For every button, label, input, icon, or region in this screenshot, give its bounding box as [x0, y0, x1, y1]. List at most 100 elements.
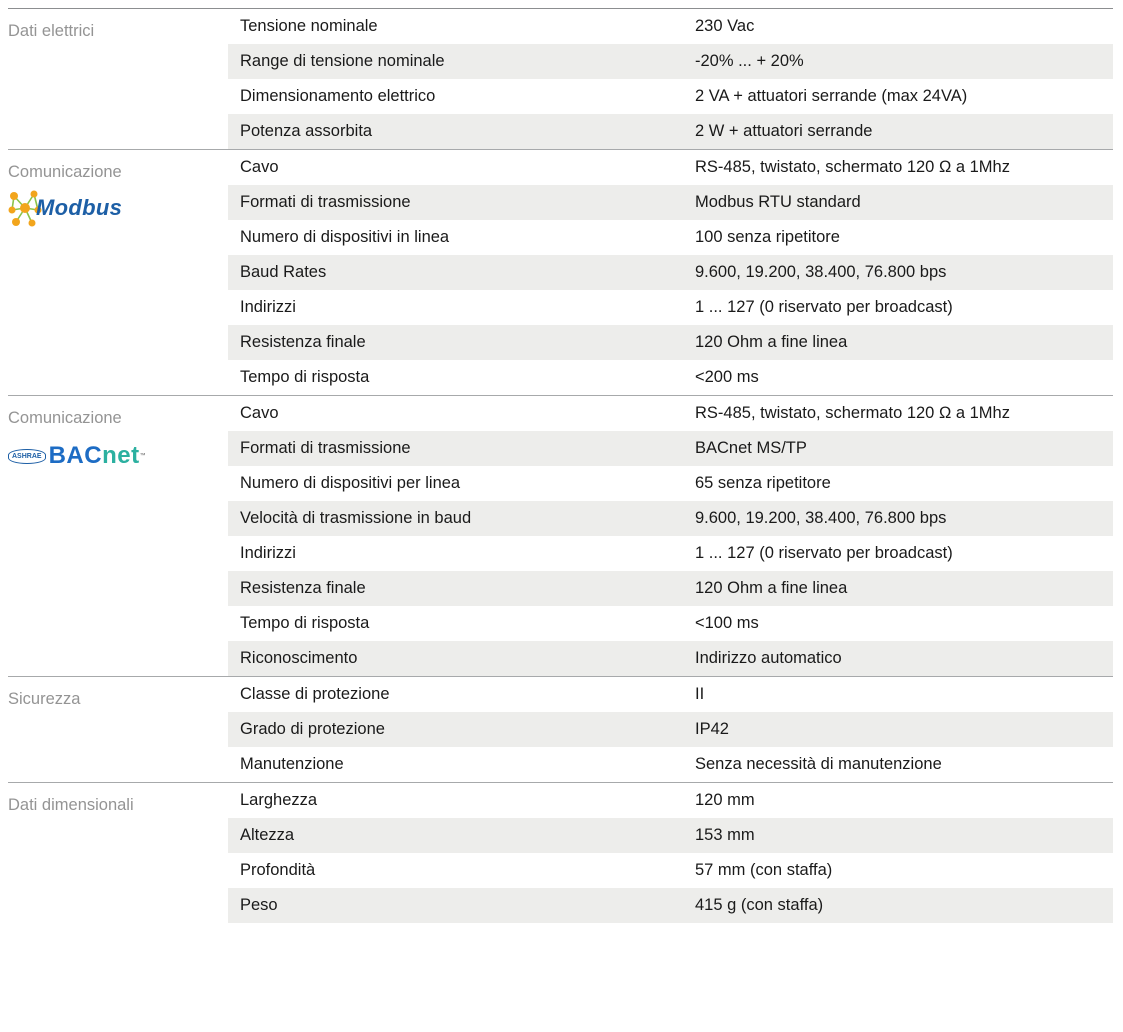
category-cell: Comunicazione ASHRAE BACnet ™ [8, 396, 228, 676]
param-value: 9.600, 19.200, 38.400, 76.800 bps [695, 509, 947, 527]
bacnet-wordmark-accent: net [102, 442, 140, 469]
param-value: 120 mm [695, 791, 755, 809]
table-row: Potenza assorbita 2 W + attuatori serran… [228, 114, 1113, 149]
section-rows: Larghezza 120 mm Altezza 153 mm Profondi… [228, 783, 1113, 923]
modbus-logo: Modbus [8, 188, 228, 228]
param-value: RS-485, twistato, schermato 120 Ω a 1Mhz [695, 158, 1010, 176]
table-row: Riconoscimento Indirizzo automatico [228, 641, 1113, 676]
bacnet-wordmark: BACnet [49, 442, 140, 470]
table-row: Classe di protezione II [228, 677, 1113, 712]
param-label: Numero di dispositivi per linea [240, 474, 461, 492]
param-value: 120 Ohm a fine linea [695, 333, 848, 351]
param-label: Tempo di risposta [240, 368, 370, 386]
param-label: Formati di trasmissione [240, 439, 411, 457]
param-label: Tensione nominale [240, 17, 378, 35]
param-value: Senza necessità di manutenzione [695, 755, 942, 773]
trademark-symbol: ™ [139, 453, 146, 459]
param-value: RS-485, twistato, schermato 120 Ω a 1Mhz [695, 404, 1010, 422]
bacnet-logo: ASHRAE BACnet ™ [8, 436, 228, 476]
param-label: Altezza [240, 826, 295, 844]
param-value: 65 senza ripetitore [695, 474, 831, 492]
param-label: Larghezza [240, 791, 318, 809]
param-label: Resistenza finale [240, 333, 366, 351]
param-label: Dimensionamento elettrico [240, 87, 436, 105]
param-label: Tempo di risposta [240, 614, 370, 632]
param-value: II [695, 685, 705, 703]
section-rows: Cavo RS-485, twistato, schermato 120 Ω a… [228, 396, 1113, 676]
param-label: Riconoscimento [240, 649, 358, 667]
param-value: 153 mm [695, 826, 755, 844]
section-dati-dimensionali: Dati dimensionali Larghezza 120 mm Altez… [8, 782, 1113, 923]
category-cell: Sicurezza [8, 677, 228, 782]
table-row: Resistenza finale 120 Ohm a fine linea [228, 325, 1113, 360]
param-value: Indirizzo automatico [695, 649, 842, 667]
category-cell: Comunicazione Modbus [8, 150, 228, 395]
param-label: Profondità [240, 861, 316, 879]
param-label: Grado di protezione [240, 720, 385, 738]
section-sicurezza: Sicurezza Classe di protezione II Grado … [8, 676, 1113, 782]
param-value: 230 Vac [695, 17, 755, 35]
category-cell: Dati elettrici [8, 9, 228, 149]
param-value: 120 Ohm a fine linea [695, 579, 848, 597]
param-label: Range di tensione nominale [240, 52, 445, 70]
param-label: Formati di trasmissione [240, 193, 411, 211]
param-value: 9.600, 19.200, 38.400, 76.800 bps [695, 263, 947, 281]
ashrae-badge: ASHRAE [8, 448, 46, 464]
category-label: Dati dimensionali [8, 796, 134, 814]
section-rows: Cavo RS-485, twistato, schermato 120 Ω a… [228, 150, 1113, 395]
param-label: Cavo [240, 158, 279, 176]
table-row: Cavo RS-485, twistato, schermato 120 Ω a… [228, 150, 1113, 185]
table-row: Numero di dispositivi per linea 65 senza… [228, 466, 1113, 501]
table-row: Altezza 153 mm [228, 818, 1113, 853]
table-row: Indirizzi 1 ... 127 (0 riservato per bro… [228, 290, 1113, 325]
table-row: Formati di trasmissione Modbus RTU stand… [228, 185, 1113, 220]
param-label: Peso [240, 896, 278, 914]
section-rows: Tensione nominale 230 Vac Range di tensi… [228, 9, 1113, 149]
table-row: Tempo di risposta <200 ms [228, 360, 1113, 395]
param-value: <100 ms [695, 614, 759, 632]
param-value: IP42 [695, 720, 729, 738]
section-dati-elettrici: Dati elettrici Tensione nominale 230 Vac… [8, 8, 1113, 149]
category-label: Comunicazione [8, 163, 122, 181]
param-value: BACnet MS/TP [695, 439, 807, 457]
param-label: Indirizzi [240, 544, 296, 562]
param-label: Numero di dispositivi in linea [240, 228, 450, 246]
param-value: -20% ... + 20% [695, 52, 804, 70]
table-row: Range di tensione nominale -20% ... + 20… [228, 44, 1113, 79]
category-label: Dati elettrici [8, 22, 95, 40]
category-label: Comunicazione [8, 409, 122, 427]
param-value: 2 VA + attuatori serrande (max 24VA) [695, 87, 968, 105]
param-value: 415 g (con staffa) [695, 896, 824, 914]
param-label: Resistenza finale [240, 579, 366, 597]
table-row: Resistenza finale 120 Ohm a fine linea [228, 571, 1113, 606]
param-value: 1 ... 127 (0 riservato per broadcast) [695, 544, 953, 562]
param-value: 1 ... 127 (0 riservato per broadcast) [695, 298, 953, 316]
param-label: Manutenzione [240, 755, 344, 773]
table-row: Manutenzione Senza necessità di manutenz… [228, 747, 1113, 782]
param-label: Velocità di trasmissione in baud [240, 509, 472, 527]
modbus-wordmark: Modbus [36, 195, 123, 220]
section-rows: Classe di protezione II Grado di protezi… [228, 677, 1113, 782]
category-label: Sicurezza [8, 690, 81, 708]
table-row: Grado di protezione IP42 [228, 712, 1113, 747]
spec-table: Dati elettrici Tensione nominale 230 Vac… [8, 8, 1113, 923]
bacnet-wordmark-main: BAC [48, 442, 103, 469]
table-row: Indirizzi 1 ... 127 (0 riservato per bro… [228, 536, 1113, 571]
table-row: Profondità 57 mm (con staffa) [228, 853, 1113, 888]
table-row: Formati di trasmissione BACnet MS/TP [228, 431, 1113, 466]
param-value: 100 senza ripetitore [695, 228, 840, 246]
table-row: Tensione nominale 230 Vac [228, 9, 1113, 44]
param-value: 2 W + attuatori serrande [695, 122, 873, 140]
param-value: <200 ms [695, 368, 759, 386]
category-cell: Dati dimensionali [8, 783, 228, 923]
table-row: Baud Rates 9.600, 19.200, 38.400, 76.800… [228, 255, 1113, 290]
table-row: Cavo RS-485, twistato, schermato 120 Ω a… [228, 396, 1113, 431]
table-row: Dimensionamento elettrico 2 VA + attuato… [228, 79, 1113, 114]
section-comunicazione-bacnet: Comunicazione ASHRAE BACnet ™ Cavo RS-48… [8, 395, 1113, 676]
param-label: Potenza assorbita [240, 122, 373, 140]
param-value: 57 mm (con staffa) [695, 861, 833, 879]
table-row: Larghezza 120 mm [228, 783, 1113, 818]
param-label: Cavo [240, 404, 279, 422]
section-comunicazione-modbus: Comunicazione Modbus Cavo RS-485, twista… [8, 149, 1113, 395]
param-label: Indirizzi [240, 298, 296, 316]
